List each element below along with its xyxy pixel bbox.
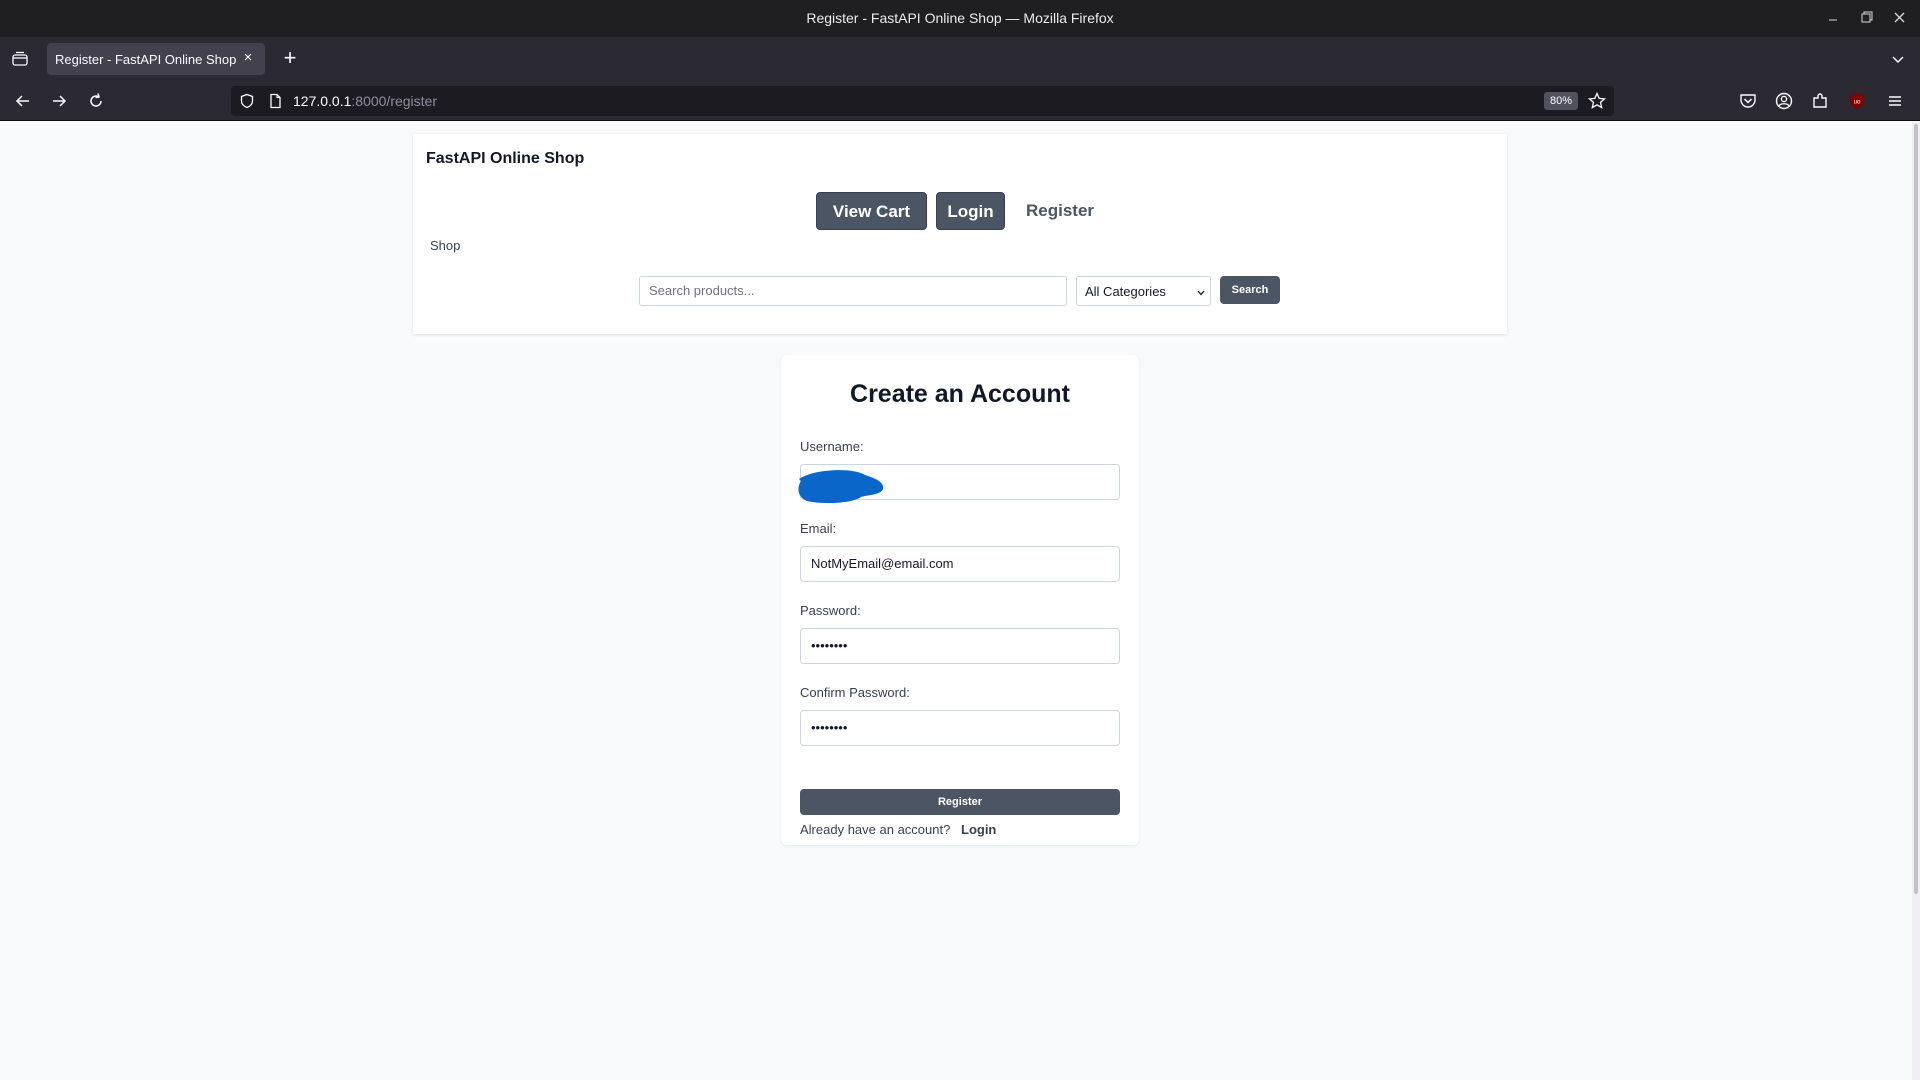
- page-title: Create an Account: [850, 380, 1070, 408]
- address-bar[interactable]: 127.0.0.1:8000/register 80%: [231, 86, 1614, 116]
- email-label: Email:: [800, 521, 837, 536]
- site-header: FastAPI Online Shop View Cart Login Regi…: [413, 134, 1507, 334]
- redaction-scribble: [795, 467, 887, 507]
- page-viewport: FastAPI Online Shop View Cart Login Regi…: [0, 122, 1912, 1080]
- confirm-password-label: Confirm Password:: [800, 685, 910, 700]
- chevron-down-icon[interactable]: [1888, 49, 1908, 69]
- shield-icon[interactable]: [239, 93, 255, 109]
- close-window-icon[interactable]: [1890, 8, 1910, 28]
- username-label: Username:: [800, 439, 864, 454]
- reload-icon[interactable]: [85, 90, 107, 112]
- category-select-value: All Categories: [1085, 284, 1166, 299]
- account-icon[interactable]: [1774, 91, 1794, 111]
- vertical-scrollbar[interactable]: [1912, 122, 1920, 1080]
- window-title: Register - FastAPI Online Shop — Mozilla…: [806, 10, 1114, 26]
- register-card: Create an Account Username: Email: NotMy…: [781, 355, 1139, 845]
- bookmark-star-icon[interactable]: [1587, 91, 1607, 110]
- login-link[interactable]: Login: [961, 822, 996, 837]
- url-host: 127.0.0.1: [293, 93, 352, 109]
- login-button[interactable]: Login: [936, 192, 1005, 230]
- close-tab-icon[interactable]: ×: [239, 49, 257, 67]
- already-account-text: Already have an account?: [800, 822, 951, 837]
- zoom-level[interactable]: 80%: [1543, 92, 1578, 110]
- svg-text:uo: uo: [1854, 100, 1861, 106]
- minimize-icon[interactable]: [1824, 8, 1844, 28]
- window-titlebar: Register - FastAPI Online Shop — Mozilla…: [0, 0, 1920, 37]
- scrollbar-thumb[interactable]: [1914, 124, 1918, 894]
- password-field[interactable]: ••••••••: [800, 628, 1120, 664]
- new-tab-icon[interactable]: +: [279, 47, 301, 70]
- search-input[interactable]: Search products...: [639, 276, 1067, 306]
- url-path: :8000/register: [351, 93, 437, 109]
- navigation-toolbar: 127.0.0.1:8000/register 80% uo: [0, 81, 1920, 121]
- forward-icon[interactable]: [48, 90, 70, 112]
- tab-register[interactable]: Register - FastAPI Online Shop ×: [47, 43, 265, 75]
- search-button[interactable]: Search: [1220, 276, 1280, 304]
- chevron-down-icon: [1196, 286, 1206, 296]
- ublock-icon[interactable]: uo: [1847, 91, 1867, 111]
- restore-icon[interactable]: [1857, 8, 1877, 28]
- confirm-password-field[interactable]: ••••••••: [800, 710, 1120, 746]
- password-label: Password:: [800, 603, 861, 618]
- register-link[interactable]: Register: [1026, 192, 1094, 230]
- register-submit-button[interactable]: Register: [800, 789, 1120, 815]
- shop-link[interactable]: Shop: [430, 238, 460, 253]
- page-info-icon[interactable]: [267, 93, 283, 109]
- view-cart-button[interactable]: View Cart: [816, 192, 927, 230]
- tab-strip: Register - FastAPI Online Shop × +: [0, 37, 1920, 81]
- pocket-icon[interactable]: [1738, 91, 1758, 111]
- email-field[interactable]: NotMyEmail@email.com: [800, 546, 1120, 582]
- tab-manager-icon[interactable]: [10, 49, 30, 69]
- back-icon[interactable]: [12, 90, 34, 112]
- menu-icon[interactable]: [1885, 91, 1905, 111]
- extensions-icon[interactable]: [1810, 91, 1830, 111]
- site-brand[interactable]: FastAPI Online Shop: [426, 150, 584, 168]
- url-text: 127.0.0.1:8000/register: [293, 93, 437, 109]
- tab-title: Register - FastAPI Online Shop: [55, 52, 237, 67]
- category-select[interactable]: All Categories: [1076, 276, 1211, 306]
